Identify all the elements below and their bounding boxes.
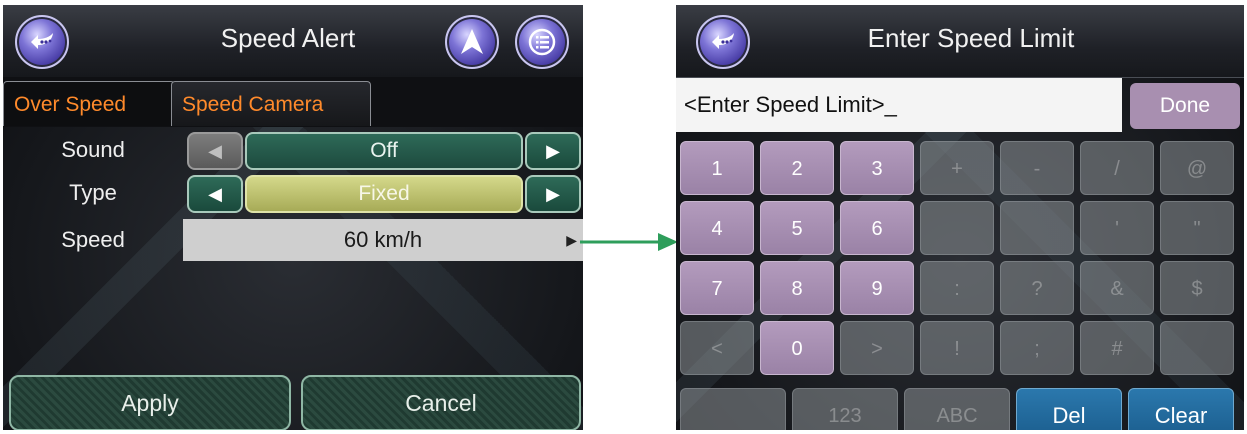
key-8[interactable]: 8 [760,261,834,315]
arrow-right-icon: ▶ [546,183,560,204]
arrow-left-icon: ◀ [208,183,222,204]
key-symbol[interactable]: @ [1160,141,1234,195]
key-symbol[interactable]: / [1080,141,1154,195]
type-row: Type ◀ Fixed ▶ [3,172,583,214]
key-4[interactable]: 4 [680,201,754,255]
key-symbol[interactable]: ! [920,321,994,375]
tab-speed-camera[interactable]: Speed Camera [171,81,371,126]
key-6[interactable]: 6 [840,201,914,255]
type-label: Type [69,180,117,205]
delete-button[interactable]: Del [1016,388,1122,430]
tab-over-speed[interactable]: Over Speed [3,81,175,126]
key-5[interactable]: 5 [760,201,834,255]
key-symbol[interactable]: + [920,141,994,195]
clear-button[interactable]: Clear [1128,388,1234,430]
arrow-right-icon: ▶ [546,140,560,161]
key-0[interactable]: 0 [760,321,834,375]
type-prev-button[interactable]: ◀ [187,175,243,213]
key-symbol[interactable]: $ [1160,261,1234,315]
speed-value-field[interactable]: 60 km/h ▶ [183,219,583,261]
key-9[interactable]: 9 [840,261,914,315]
connector-arrow-icon [580,233,678,251]
key-symbol[interactable]: " [1160,201,1234,255]
key-2[interactable]: 2 [760,141,834,195]
key-symbol[interactable]: ' [1080,201,1154,255]
sound-next-button[interactable]: ▶ [525,132,581,170]
sound-row: Sound ◀ Off ▶ [3,129,583,171]
key-symbol[interactable]: : [920,261,994,315]
speed-label: Speed [61,227,125,252]
type-next-button[interactable]: ▶ [525,175,581,213]
key-abc[interactable]: ABC [904,388,1010,430]
key-symbol[interactable]: > [840,321,914,375]
back-button[interactable] [696,15,750,69]
header: Speed Alert [3,5,583,78]
done-button[interactable]: Done [1130,83,1240,129]
speed-limit-input[interactable]: <Enter Speed Limit>_ [676,78,1122,132]
key-7[interactable]: 7 [680,261,754,315]
page-title: Speed Alert [220,23,356,53]
speed-row: Speed 60 km/h ▶ [3,219,583,261]
header: Enter Speed Limit [676,5,1244,78]
navigation-button[interactable] [445,15,499,69]
page-title: Enter Speed Limit [867,23,1075,53]
key-symbol[interactable]: ; [1000,321,1074,375]
key-symbol[interactable] [1000,201,1074,255]
sound-value: Off [245,132,523,170]
key-symbol[interactable]: # [1080,321,1154,375]
back-icon [712,33,734,49]
key-1[interactable]: 1 [680,141,754,195]
menu-button[interactable] [515,15,569,69]
menu-list-icon [528,28,556,56]
key-3[interactable]: 3 [840,141,914,195]
arrow-left-icon: ◀ [208,140,222,161]
navigation-arrow-icon [461,29,483,54]
speed-value: 60 km/h [343,227,423,252]
back-button[interactable] [15,15,69,69]
key-symbol[interactable]: ? [1000,261,1074,315]
enter-speed-limit-screen: Enter Speed Limit <Enter Speed Limit>_ D… [676,5,1244,430]
key-123[interactable]: 123 [792,388,898,430]
key-symbol[interactable] [1160,321,1234,375]
tab-bar: Over Speed Speed Camera [3,77,583,127]
cancel-button[interactable]: Cancel [301,375,581,430]
sound-label: Sound [61,137,125,162]
key-symbol[interactable] [920,201,994,255]
apply-button[interactable]: Apply [9,375,291,430]
speed-alert-screen: Speed Alert Over Speed Speed Camera Soun… [3,5,583,430]
caret-right-icon: ▶ [566,232,577,248]
key-blank [680,388,786,430]
sound-prev-button[interactable]: ◀ [187,132,243,170]
key-symbol[interactable]: - [1000,141,1074,195]
type-value: Fixed [245,175,523,213]
back-icon [31,33,53,49]
key-symbol[interactable]: & [1080,261,1154,315]
key-symbol[interactable]: < [680,321,754,375]
